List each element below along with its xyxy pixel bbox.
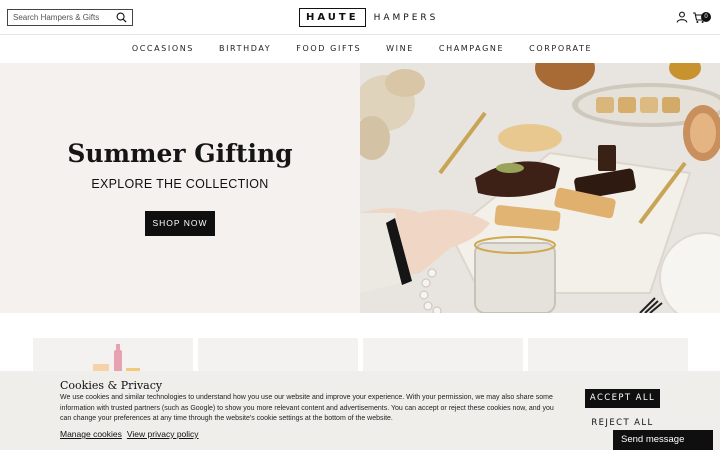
site-header: HAUTE HAMPERS 0 xyxy=(0,0,720,35)
search-box[interactable] xyxy=(7,9,133,26)
hero-title: Summer Gifting xyxy=(67,139,293,168)
nav-item-food-gifts[interactable]: FOOD GIFTS xyxy=(296,44,361,53)
search-icon[interactable] xyxy=(116,12,127,23)
logo-text: HAMPERS xyxy=(373,12,439,23)
account-icon[interactable] xyxy=(676,11,688,23)
accept-all-button[interactable]: ACCEPT ALL xyxy=(585,389,660,408)
manage-cookies-link[interactable]: Manage cookies xyxy=(60,429,122,439)
nav-item-occasions[interactable]: OCCASIONS xyxy=(132,44,194,53)
reject-all-button[interactable]: REJECT ALL xyxy=(585,415,660,431)
hero-image[interactable] xyxy=(360,63,720,313)
send-message-button[interactable]: Send message xyxy=(613,430,713,450)
cookie-links: Manage cookies View privacy policy xyxy=(60,429,199,439)
logo-boxed-text: HAUTE xyxy=(299,8,366,27)
cart-count-badge: 0 xyxy=(701,12,711,22)
search-input[interactable] xyxy=(8,13,112,22)
nav-item-birthday[interactable]: BIRTHDAY xyxy=(219,44,271,53)
cookie-banner: Cookies & Privacy We use cookies and sim… xyxy=(0,371,720,450)
cart-button[interactable]: 0 xyxy=(692,10,712,24)
hero-photo-illustration xyxy=(360,63,720,313)
main-nav: OCCASIONS BIRTHDAY FOOD GIFTS WINE CHAMP… xyxy=(0,35,720,62)
cookie-description: We use cookies and similar technologies … xyxy=(60,394,554,422)
privacy-policy-link[interactable]: View privacy policy xyxy=(127,429,199,439)
shop-now-button[interactable]: SHOP NOW xyxy=(145,211,215,236)
site-logo[interactable]: HAUTE HAMPERS xyxy=(299,8,438,27)
hero-subtitle: EXPLORE THE COLLECTION xyxy=(91,177,269,191)
nav-item-champagne[interactable]: CHAMPAGNE xyxy=(439,44,504,53)
nav-item-wine[interactable]: WINE xyxy=(386,44,414,53)
cookie-title: Cookies & Privacy xyxy=(60,379,163,392)
hero-banner: Summer Gifting EXPLORE THE COLLECTION SH… xyxy=(0,63,360,313)
nav-item-corporate[interactable]: CORPORATE xyxy=(529,44,592,53)
